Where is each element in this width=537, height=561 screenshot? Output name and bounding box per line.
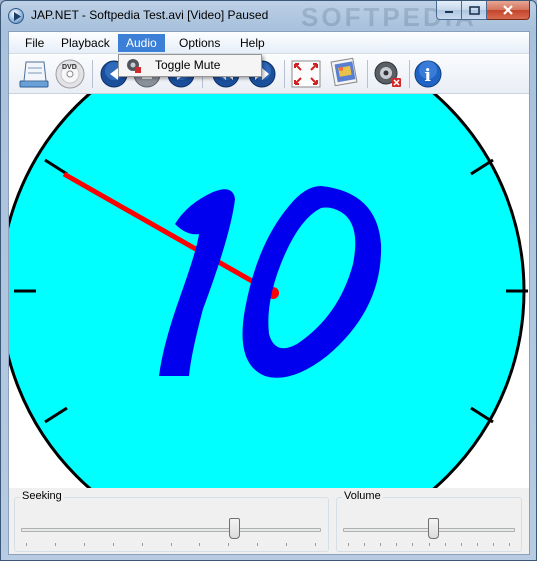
- toolbar-separator: [367, 60, 368, 88]
- video-area[interactable]: [9, 94, 529, 488]
- slider-tick: [429, 543, 430, 546]
- caption-buttons: [436, 1, 530, 21]
- volume-thumb[interactable]: [428, 518, 439, 539]
- slider-tick: [315, 543, 316, 546]
- volume-slider[interactable]: [343, 516, 515, 546]
- minimize-icon: [445, 11, 453, 13]
- slider-tick: [461, 543, 462, 546]
- seeking-slider[interactable]: [21, 516, 321, 546]
- mute-button[interactable]: [371, 57, 405, 91]
- minimize-button[interactable]: [436, 1, 462, 20]
- seeking-track: [21, 528, 321, 532]
- close-icon: [503, 5, 513, 15]
- slider-tick: [477, 543, 478, 546]
- open-file-button[interactable]: [17, 57, 51, 91]
- speaker-mute-icon: [374, 61, 401, 87]
- svg-text:DVD: DVD: [62, 64, 77, 71]
- video-frame: [9, 94, 528, 488]
- toolbar-separator: [409, 60, 410, 88]
- slider-tick: [509, 543, 510, 546]
- seeking-label: Seeking: [20, 490, 64, 502]
- snapshot-icon: [330, 57, 358, 87]
- open-dvd-button[interactable]: DVD: [53, 57, 87, 91]
- slider-tick: [257, 543, 258, 546]
- slider-tick: [26, 543, 27, 546]
- slider-tick: [113, 543, 114, 546]
- volume-ticks: [343, 543, 515, 546]
- slider-tick: [84, 543, 85, 546]
- slider-tick: [348, 543, 349, 546]
- fullscreen-icon: [291, 60, 321, 88]
- slider-tick: [445, 543, 446, 546]
- volume-label: Volume: [342, 490, 383, 502]
- volume-group: Volume: [336, 490, 522, 552]
- open-file-icon: [19, 61, 49, 88]
- slider-tick: [364, 543, 365, 546]
- toggle-mute-menu-item[interactable]: Toggle Mute: [121, 57, 259, 74]
- window-title: JAP.NET - Softpedia Test.avi [Video] Pau…: [31, 8, 269, 22]
- slider-tick: [396, 543, 397, 546]
- app-icon[interactable]: [8, 8, 24, 24]
- menu-audio[interactable]: Audio: [118, 34, 165, 52]
- toolbar: DVD i: [9, 54, 529, 94]
- snapshot-button[interactable]: [327, 57, 361, 91]
- toggle-mute-label: Toggle Mute: [155, 58, 221, 72]
- info-icon: i: [414, 60, 442, 88]
- menu-options[interactable]: Options: [171, 34, 228, 52]
- menu-help[interactable]: Help: [232, 34, 273, 52]
- main-window: SOFTPEDIA JAP.NET - Softpedia Test.avi […: [0, 0, 537, 561]
- bottom-panel: Seeking Volume: [9, 488, 529, 554]
- maximize-button[interactable]: [462, 1, 487, 20]
- title-bar[interactable]: SOFTPEDIA JAP.NET - Softpedia Test.avi […: [1, 1, 536, 32]
- svg-text:i: i: [425, 66, 432, 86]
- slider-tick: [171, 543, 172, 546]
- audio-menu-dropdown: Toggle Mute: [118, 54, 262, 77]
- slider-tick: [55, 543, 56, 546]
- slider-tick: [142, 543, 143, 546]
- menu-file[interactable]: File: [17, 34, 52, 52]
- toolbar-separator: [284, 60, 285, 88]
- slider-tick: [286, 543, 287, 546]
- seeking-thumb[interactable]: [229, 518, 240, 539]
- close-button[interactable]: [487, 1, 530, 20]
- slider-tick: [199, 543, 200, 546]
- seeking-ticks: [21, 543, 321, 546]
- toolbar-separator: [92, 60, 93, 88]
- mute-speaker-icon: [127, 59, 141, 73]
- dvd-icon: DVD: [55, 59, 85, 89]
- slider-tick: [380, 543, 381, 546]
- about-button[interactable]: i: [411, 57, 445, 91]
- client-area: File Playback Audio Options Help DVD i T…: [8, 31, 530, 555]
- menu-bar: File Playback Audio Options Help: [9, 32, 529, 54]
- slider-tick: [493, 543, 494, 546]
- menu-playback[interactable]: Playback: [53, 34, 118, 52]
- slider-tick: [412, 543, 413, 546]
- fullscreen-button[interactable]: [289, 57, 323, 91]
- seeking-group: Seeking: [14, 490, 329, 552]
- slider-tick: [228, 543, 229, 546]
- maximize-icon: [468, 5, 480, 15]
